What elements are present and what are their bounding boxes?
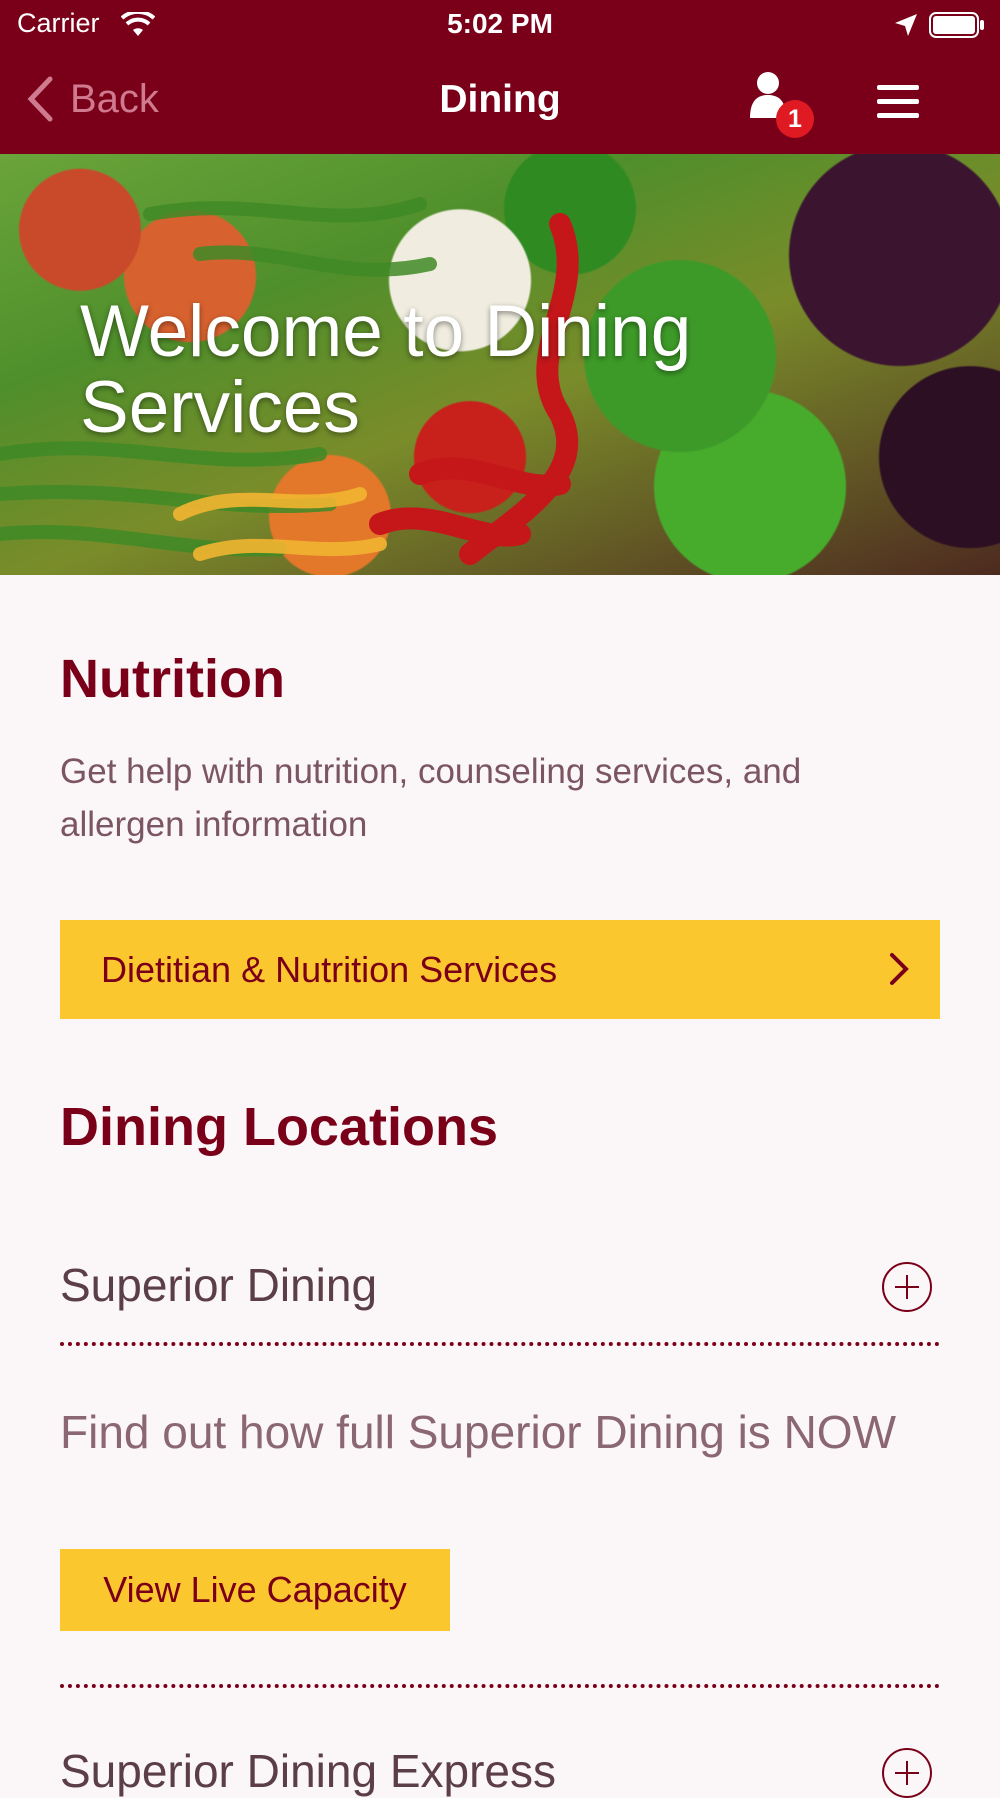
location-arrow-icon bbox=[895, 14, 917, 36]
location-row[interactable]: Superior Dining bbox=[60, 1258, 940, 1312]
dietitian-nutrition-label: Dietitian & Nutrition Services bbox=[101, 949, 558, 990]
nutrition-description: Get help with nutrition, counseling serv… bbox=[60, 752, 802, 844]
hamburger-menu-icon[interactable] bbox=[877, 82, 921, 122]
location-row[interactable]: Superior Dining Express bbox=[60, 1744, 940, 1798]
divider bbox=[60, 1684, 940, 1688]
plus-circle-icon[interactable] bbox=[882, 1262, 932, 1312]
top-bar: Carrier 5:02 PM Back Dining 1 bbox=[0, 0, 1000, 154]
dining-locations-heading: Dining Locations bbox=[60, 1097, 498, 1157]
view-live-capacity-button[interactable]: View Live Capacity bbox=[60, 1549, 450, 1631]
dietitian-nutrition-button[interactable]: Dietitian & Nutrition Services bbox=[60, 920, 940, 1019]
location-name: Superior Dining Express bbox=[60, 1745, 557, 1797]
navigation-bar: Back Dining 1 bbox=[0, 50, 1000, 154]
chevron-right-icon bbox=[890, 953, 909, 985]
plus-circle-icon[interactable] bbox=[882, 1748, 932, 1798]
divider bbox=[60, 1342, 940, 1346]
hero-title: Welcome to Dining Services bbox=[80, 291, 692, 448]
profile-button[interactable]: 1 bbox=[748, 70, 818, 140]
location-name: Superior Dining bbox=[60, 1259, 378, 1311]
status-bar: Carrier 5:02 PM bbox=[0, 0, 1000, 50]
page-title: Dining bbox=[439, 78, 561, 121]
hero-banner: Welcome to Dining Services bbox=[0, 154, 1000, 575]
capacity-text: Find out how full Superior Dining is NOW bbox=[60, 1406, 896, 1458]
battery-icon bbox=[929, 12, 984, 38]
nutrition-heading: Nutrition bbox=[60, 649, 285, 709]
notification-badge: 1 bbox=[776, 100, 814, 138]
status-time: 5:02 PM bbox=[447, 8, 553, 39]
